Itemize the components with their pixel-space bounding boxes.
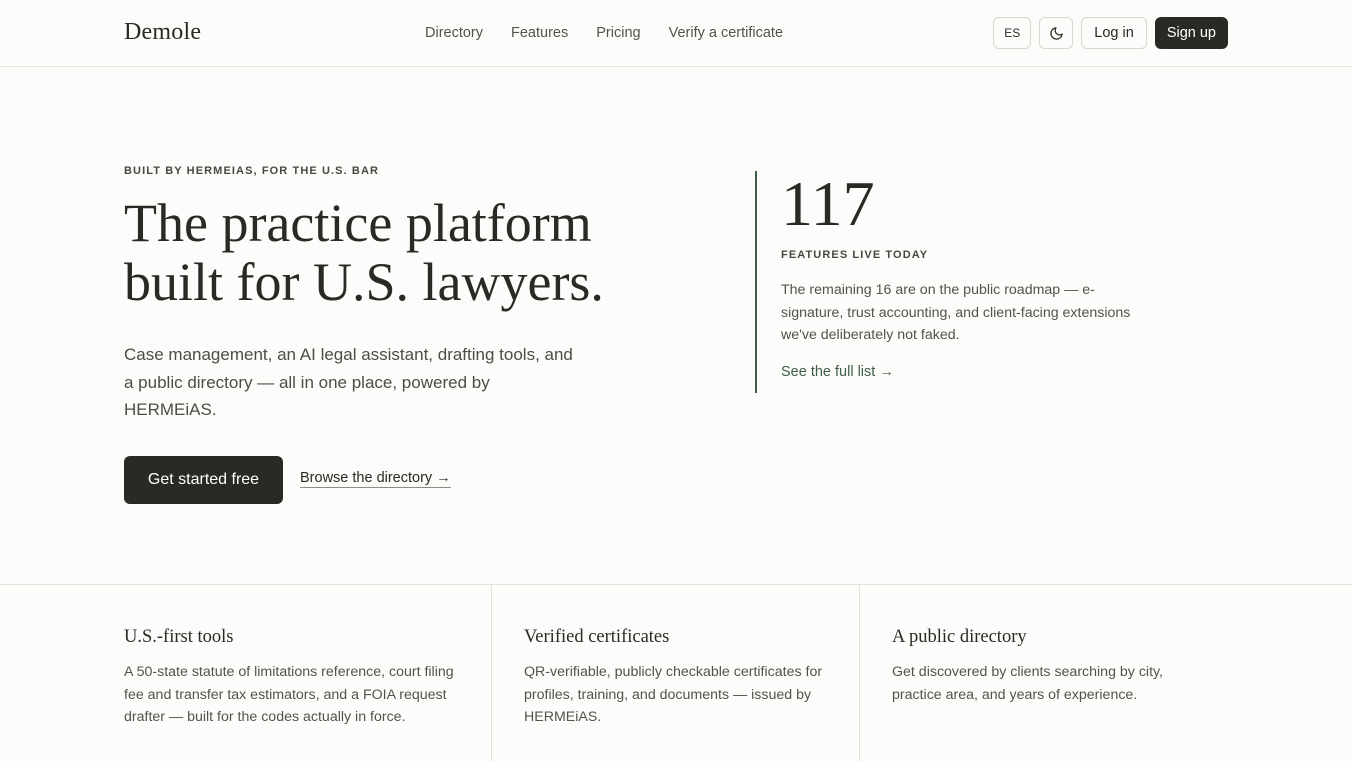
feature-description: A 50-state statute of limitations refere…: [124, 664, 454, 725]
nav-link-verify-certificate[interactable]: Verify a certificate: [669, 25, 783, 41]
feature-title: Verified certificates: [524, 627, 670, 647]
theme-toggle-button[interactable]: [1039, 17, 1074, 49]
features-section: U.S.-first tools A 50-state statute of l…: [0, 584, 1352, 761]
get-started-button[interactable]: Get started free: [124, 456, 283, 504]
feature-description: Get discovered by clients searching by c…: [892, 664, 1163, 703]
feature-description: QR-verifiable, publicly checkable certif…: [524, 664, 823, 725]
see-full-list-link[interactable]: See the full list →: [781, 364, 894, 380]
logo[interactable]: Demole: [124, 17, 201, 47]
nav-link-pricing[interactable]: Pricing: [596, 25, 640, 41]
feature-title: A public directory: [892, 627, 1027, 647]
stat-number: 117: [781, 168, 875, 239]
stat-accent-rule: [755, 171, 757, 393]
login-button[interactable]: Log in: [1081, 17, 1147, 49]
hero-eyebrow: BUILT BY HERMEIAS, FOR THE U.S. BAR: [124, 165, 380, 177]
hero-title: The practice platform built for U.S. law…: [124, 193, 604, 312]
header-actions: ES Log in Sign up: [993, 17, 1228, 49]
browse-directory-link[interactable]: Browse the directory →: [300, 470, 451, 488]
stat-description: The remaining 16 are on the public roadm…: [781, 282, 1131, 343]
signup-button[interactable]: Sign up: [1154, 17, 1228, 49]
hero-description: Case management, an AI legal assistant, …: [124, 345, 573, 419]
feature-divider: [491, 585, 492, 761]
feature-divider: [859, 585, 860, 761]
stat-label: FEATURES LIVE TODAY: [781, 249, 929, 261]
main-nav: Directory Features Pricing Verify a cert…: [425, 0, 783, 66]
nav-link-directory[interactable]: Directory: [425, 25, 483, 41]
language-toggle-button[interactable]: ES: [993, 17, 1032, 49]
feature-title: U.S.-first tools: [124, 627, 234, 647]
site-header: Demole Directory Features Pricing Verify…: [0, 0, 1352, 67]
nav-link-features[interactable]: Features: [511, 25, 568, 41]
moon-icon: [1050, 26, 1063, 40]
